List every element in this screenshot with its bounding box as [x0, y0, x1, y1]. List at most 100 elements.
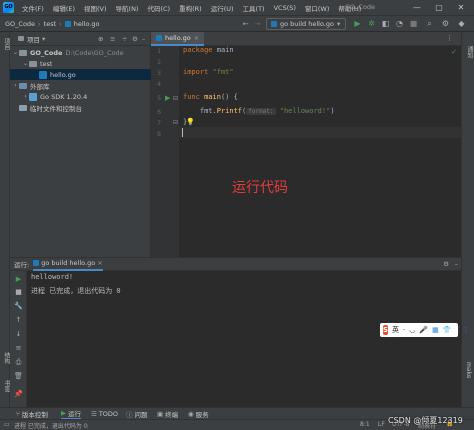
- window-title: GO_Code: [345, 3, 376, 11]
- menu-tools[interactable]: 工具(T): [243, 3, 265, 13]
- tool-window-label: TODO: [98, 410, 119, 418]
- hide-panel-icon[interactable]: –: [142, 35, 145, 43]
- chevron-down-icon[interactable]: ⌄: [12, 49, 19, 56]
- wrench-icon[interactable]: 🔧: [13, 301, 24, 312]
- run-gutter-icon[interactable]: ▶: [165, 94, 170, 102]
- back-arrow-icon[interactable]: ←: [240, 18, 251, 30]
- tree-item-hello-go[interactable]: hello.go: [10, 69, 151, 80]
- tree-item-go-sdk[interactable]: › Go SDK 1.20.4: [10, 91, 151, 102]
- chevron-down-icon[interactable]: ▾: [42, 35, 45, 43]
- debug-icon[interactable]: ✲: [366, 18, 377, 30]
- ime-language[interactable]: 英: [392, 325, 399, 335]
- settings-gear-icon[interactable]: ⚙: [443, 260, 449, 268]
- minimize-button[interactable]: —: [408, 0, 426, 15]
- menu-refactor[interactable]: 重构(R): [179, 3, 202, 13]
- print-icon[interactable]: ⎙: [13, 357, 24, 368]
- trash-icon[interactable]: 🗑: [13, 371, 24, 382]
- tool-window-make[interactable]: make: [465, 362, 472, 378]
- caret-position[interactable]: 8:1: [360, 421, 370, 428]
- status-message[interactable]: 进程 已完成，退出代码为 0: [14, 421, 88, 430]
- menu-view[interactable]: 视图(V): [84, 3, 107, 13]
- terminal-icon: ▣: [157, 410, 164, 418]
- menu-run[interactable]: 运行(U): [211, 3, 234, 13]
- profile-icon[interactable]: ◔: [394, 18, 405, 30]
- keyboard-icon[interactable]: ▦: [432, 326, 439, 334]
- menu-vcs[interactable]: VCS(S): [274, 4, 296, 12]
- goland-logo-icon: GO: [3, 2, 14, 13]
- hide-panel-icon[interactable]: –: [455, 260, 458, 268]
- rerun-icon[interactable]: ▶: [13, 274, 24, 285]
- run-icon[interactable]: ▶: [352, 18, 363, 30]
- tab-hello-go[interactable]: hello.go ×: [151, 32, 205, 46]
- coverage-icon[interactable]: ◧: [380, 18, 391, 30]
- function-name: main: [204, 93, 221, 101]
- tree-item-test-folder[interactable]: ⌄ test: [10, 58, 151, 69]
- tree-item-project-root[interactable]: ⌄ GO_Code D:\Code\GO_Code: [10, 47, 151, 58]
- punctuation-icon[interactable]: ·: [403, 326, 405, 334]
- stop-icon[interactable]: ■: [408, 18, 419, 30]
- expand-all-icon[interactable]: ÷: [122, 35, 127, 43]
- run-console[interactable]: helloword! 进程 已完成，退出代码为 0: [27, 271, 461, 407]
- toolbox-icon[interactable]: ⋮⋮: [455, 326, 469, 334]
- fold-icon[interactable]: ⊟: [173, 119, 178, 126]
- breadcrumb-separator: ›: [59, 20, 62, 28]
- search-icon[interactable]: ⌕: [424, 18, 435, 30]
- menu-edit[interactable]: 编辑(E): [53, 3, 75, 13]
- down-arrow-icon[interactable]: ↓: [13, 329, 24, 340]
- menu-navigate[interactable]: 导航(N): [116, 3, 139, 13]
- inspection-ok-icon[interactable]: ✓: [451, 48, 457, 56]
- soft-wrap-icon[interactable]: ≡: [13, 343, 24, 354]
- more-tabs-icon[interactable]: ⋮: [446, 34, 453, 42]
- tree-item-scratches[interactable]: 临时文件和控制台: [10, 102, 151, 113]
- menu-file[interactable]: 文件(F): [22, 3, 44, 13]
- breadcrumb-folder[interactable]: test: [44, 20, 56, 28]
- ime-toolbar[interactable]: S 英 · ◡ 🎤 ▦ 👕 ⋮⋮: [380, 323, 469, 337]
- tab-label: hello.go: [165, 34, 191, 42]
- microphone-icon[interactable]: 🎤: [419, 326, 428, 334]
- run-configuration-select[interactable]: go build hello.go ▾: [266, 18, 346, 30]
- maximize-button[interactable]: ▢: [430, 0, 448, 15]
- locate-icon[interactable]: ⊕: [98, 35, 103, 43]
- tree-item-label: test: [40, 59, 53, 68]
- settings-gear-icon[interactable]: ⚙: [440, 18, 451, 30]
- sogou-logo-icon: S: [383, 325, 389, 335]
- collapse-all-icon[interactable]: ≡: [110, 35, 115, 43]
- tree-item-external-libraries[interactable]: › 外部库: [10, 80, 151, 91]
- go-build-icon: [33, 260, 40, 266]
- run-tab[interactable]: go build hello.go ×: [33, 258, 103, 271]
- close-tab-icon[interactable]: ×: [97, 259, 102, 267]
- chevron-right-icon[interactable]: ›: [22, 93, 29, 100]
- ide-logo-icon[interactable]: ◆: [456, 18, 467, 30]
- run-code-annotation: 运行代码: [232, 180, 288, 196]
- stop-icon[interactable]: ■: [13, 287, 24, 298]
- breadcrumb-file[interactable]: hello.go: [74, 20, 100, 28]
- scratches-icon: [19, 104, 27, 111]
- options-gear-icon[interactable]: ⚙: [132, 35, 138, 43]
- problems-icon: ⓘ: [126, 411, 133, 419]
- project-panel-header: 项目 ▾ ⊕ ≡ ÷ ⚙ –: [10, 32, 151, 46]
- lightbulb-icon[interactable]: 💡: [186, 118, 195, 126]
- tool-window-notifications[interactable]: 通知: [465, 46, 474, 58]
- up-arrow-icon[interactable]: ↑: [13, 315, 24, 326]
- emoji-icon[interactable]: ◡: [409, 326, 415, 334]
- fold-icon[interactable]: ⊟: [173, 95, 178, 102]
- line-number: 3: [157, 69, 161, 77]
- project-panel-title[interactable]: 项目: [27, 34, 40, 44]
- chevron-right-icon[interactable]: ›: [12, 82, 19, 89]
- status-message-icon: ▭: [4, 421, 10, 428]
- forward-arrow-icon[interactable]: →: [252, 18, 263, 30]
- code-editor[interactable]: package main import "fmt" func main() { …: [179, 46, 461, 257]
- line-separator[interactable]: LF: [378, 421, 385, 428]
- parameter-hint: format:: [246, 108, 276, 115]
- keyword: import: [183, 68, 209, 76]
- breadcrumb-project[interactable]: GO_Code: [5, 20, 35, 28]
- punctuation: ): [330, 107, 335, 115]
- close-tab-icon[interactable]: ×: [194, 34, 199, 42]
- menu-window[interactable]: 窗口(W): [305, 3, 330, 13]
- tree-item-label: Go SDK 1.20.4: [40, 92, 88, 101]
- skin-icon[interactable]: 👕: [443, 326, 452, 334]
- close-window-button[interactable]: ✕: [452, 0, 470, 15]
- pin-icon[interactable]: 📌: [13, 389, 24, 400]
- menu-code[interactable]: 代码(C): [147, 3, 170, 13]
- chevron-down-icon[interactable]: ⌄: [22, 60, 29, 67]
